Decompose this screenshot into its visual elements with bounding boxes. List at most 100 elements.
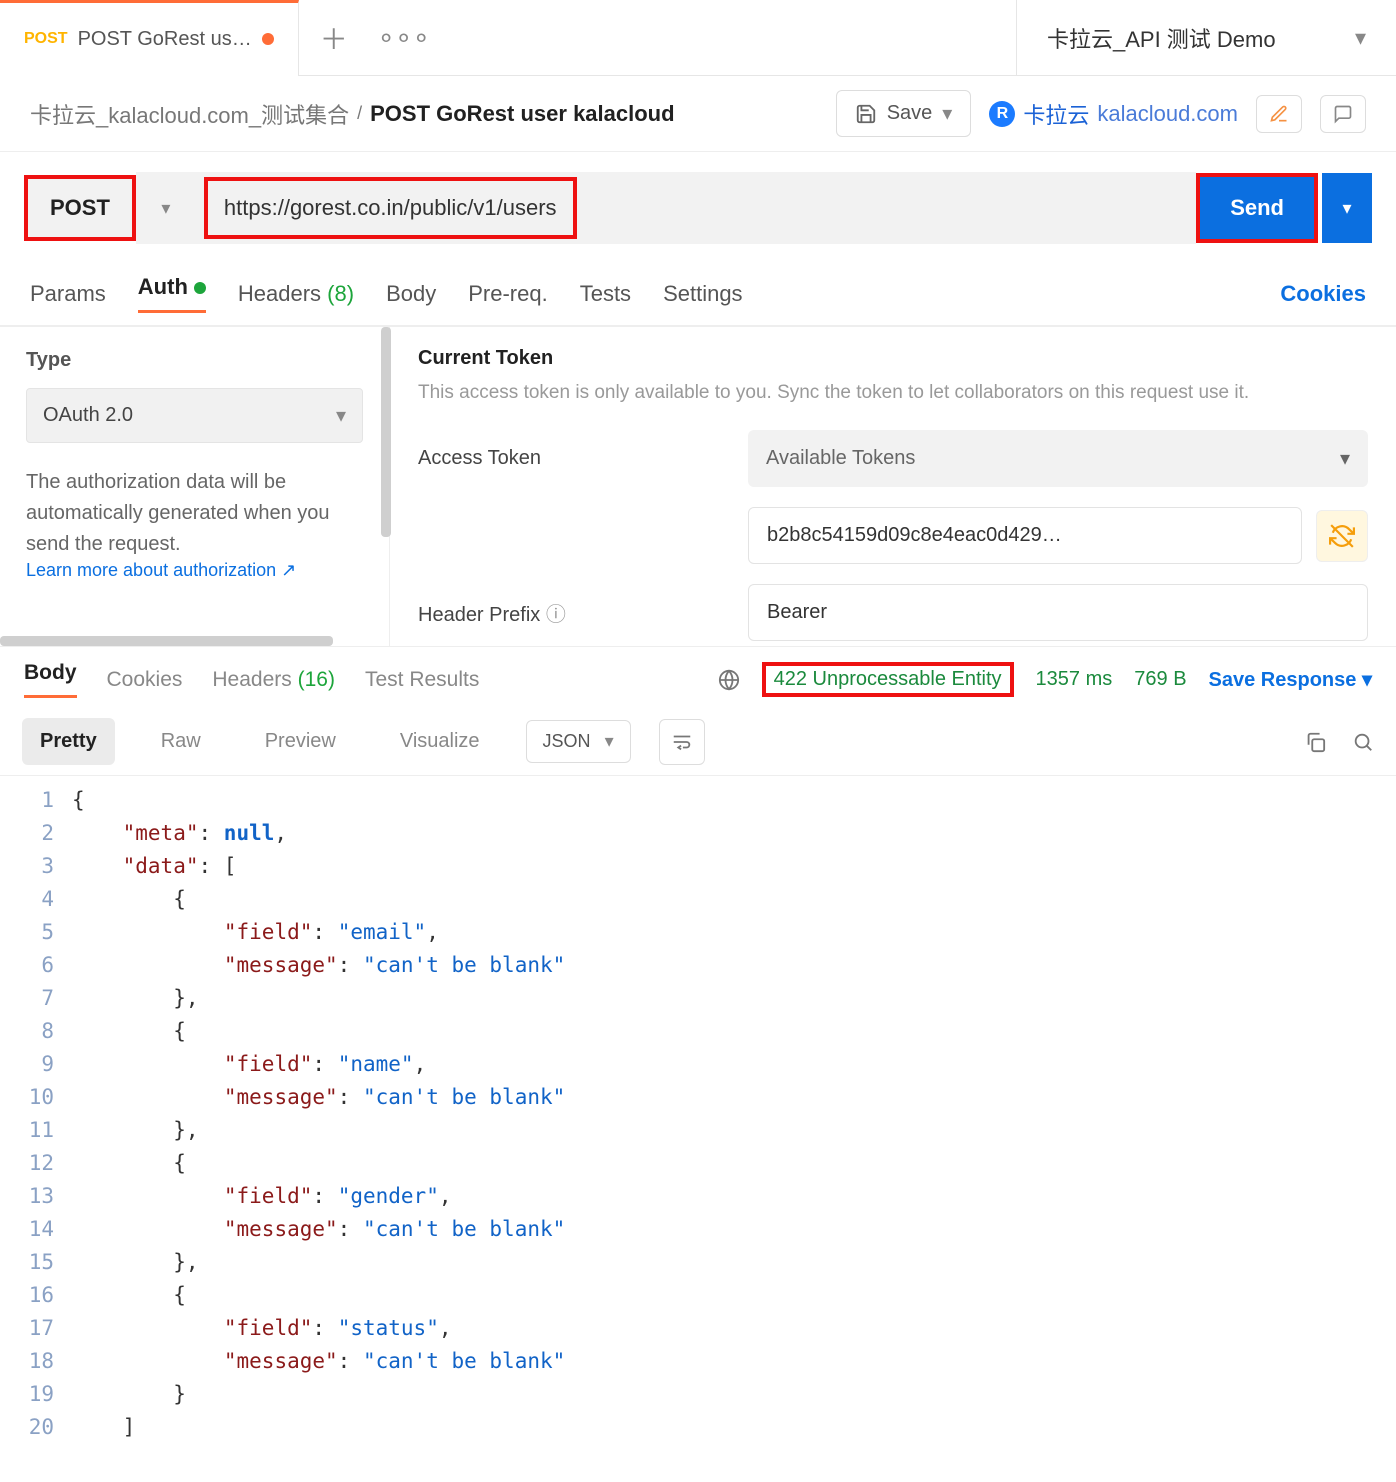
tab-title: POST GoRest us… — [78, 28, 252, 51]
tab-settings[interactable]: Settings — [663, 281, 743, 307]
breadcrumb-row: 卡拉云_kalacloud.com_测试集合 / POST GoRest use… — [0, 76, 1396, 152]
code-text: { — [72, 1279, 186, 1312]
body-view-pretty[interactable]: Pretty — [22, 718, 115, 765]
header-prefix-input[interactable]: Bearer — [748, 584, 1368, 641]
code-line: 13 "field": "gender", — [0, 1180, 1396, 1213]
line-number: 7 — [0, 982, 72, 1015]
code-line: 18 "message": "can't be blank" — [0, 1345, 1396, 1378]
code-line: 16 { — [0, 1279, 1396, 1312]
http-method-chevron[interactable] — [136, 172, 196, 244]
body-view-preview[interactable]: Preview — [247, 718, 354, 765]
save-button[interactable]: Save — [836, 90, 972, 137]
response-time: 1357 ms — [1036, 668, 1113, 691]
available-tokens-select[interactable]: Available Tokens — [748, 430, 1368, 487]
line-number: 5 — [0, 916, 72, 949]
code-line: 10 "message": "can't be blank" — [0, 1081, 1396, 1114]
code-line: 9 "field": "name", — [0, 1048, 1396, 1081]
request-url-input[interactable]: https://gorest.co.in/public/v1/users — [204, 177, 577, 239]
breadcrumb-request: POST GoRest user kalacloud — [370, 101, 674, 127]
globe-icon — [718, 669, 740, 691]
info-icon[interactable]: ⓘ — [546, 604, 566, 626]
resp-tab-cookies[interactable]: Cookies — [107, 668, 183, 692]
line-number: 3 — [0, 850, 72, 883]
horizontal-scrollbar[interactable] — [0, 636, 333, 646]
response-body-viewer[interactable]: 1{2 "meta": null,3 "data": [4 {5 "field"… — [0, 776, 1396, 1464]
environment-selector[interactable]: 卡拉云_API 测试 Demo — [1016, 0, 1396, 76]
save-response-button[interactable]: Save Response — [1209, 667, 1372, 692]
code-text: "message": "can't be blank" — [72, 1081, 565, 1114]
chevron-down-icon — [1362, 669, 1372, 691]
auth-right-panel: Current Token This access token is only … — [390, 327, 1396, 646]
auth-description: The authorization data will be automatic… — [26, 467, 363, 560]
tab-method-badge: POST — [24, 30, 68, 48]
chevron-down-icon — [1340, 446, 1350, 471]
http-method-value: POST — [50, 195, 110, 221]
resp-tab-body[interactable]: Body — [24, 661, 77, 698]
save-label: Save — [887, 102, 933, 125]
line-number: 20 — [0, 1411, 72, 1444]
comment-button[interactable] — [1320, 95, 1366, 133]
code-text: "message": "can't be blank" — [72, 1345, 565, 1378]
line-number: 6 — [0, 949, 72, 982]
breadcrumb-separator: / — [357, 103, 362, 124]
resp-tab-testresults[interactable]: Test Results — [365, 668, 479, 692]
response-status: 422 Unprocessable Entity — [762, 662, 1014, 697]
line-number: 1 — [0, 784, 72, 817]
code-line: 1{ — [0, 784, 1396, 817]
code-line: 14 "message": "can't be blank" — [0, 1213, 1396, 1246]
chevron-down-icon — [336, 403, 346, 428]
request-url-row: POST https://gorest.co.in/public/v1/user… — [0, 152, 1396, 264]
body-view-raw[interactable]: Raw — [143, 718, 219, 765]
line-number: 9 — [0, 1048, 72, 1081]
request-tab-active[interactable]: POST POST GoRest us… — [0, 0, 299, 76]
send-button[interactable]: Send — [1196, 173, 1318, 243]
access-token-input[interactable]: b2b8c54159d09c8e4eac0d429… — [748, 507, 1302, 564]
body-view-visualize[interactable]: Visualize — [382, 718, 498, 765]
auth-learn-link[interactable]: Learn more about authorization ↗ — [26, 560, 363, 581]
resp-tab-headers[interactable]: Headers (16) — [212, 668, 335, 692]
comment-icon — [1333, 104, 1353, 124]
token-sync-toggle[interactable] — [1316, 510, 1368, 562]
environment-name: 卡拉云_API 测试 Demo — [1047, 22, 1276, 54]
code-text: "meta": null, — [72, 817, 287, 850]
request-url-value: https://gorest.co.in/public/v1/users — [224, 195, 557, 220]
tab-body[interactable]: Body — [386, 281, 436, 307]
access-token-value: b2b8c54159d09c8e4eac0d429… — [767, 524, 1062, 546]
body-wrap-toggle[interactable] — [659, 719, 705, 765]
tab-headers[interactable]: Headers (8) — [238, 281, 354, 307]
watermark-brand: 卡拉云 — [1023, 98, 1089, 130]
auth-active-dot — [194, 282, 206, 294]
auth-type-select[interactable]: OAuth 2.0 — [26, 388, 363, 443]
breadcrumb-collection[interactable]: 卡拉云_kalacloud.com_测试集合 — [30, 98, 349, 130]
tab-params[interactable]: Params — [30, 281, 106, 307]
sync-off-icon — [1329, 523, 1355, 549]
wrap-icon — [671, 731, 693, 753]
line-number: 10 — [0, 1081, 72, 1114]
tab-dirty-dot — [262, 33, 274, 45]
code-text: }, — [72, 1114, 199, 1147]
http-method-select[interactable]: POST — [24, 175, 136, 241]
new-tab-button[interactable]: ＋ — [299, 18, 369, 58]
code-line: 3 "data": [ — [0, 850, 1396, 883]
available-tokens-text: Available Tokens — [766, 447, 915, 470]
current-token-title: Current Token — [418, 347, 1368, 370]
send-more-button[interactable] — [1322, 173, 1372, 243]
response-tabs: Body Cookies Headers (16) Test Results 4… — [0, 646, 1396, 708]
response-size: 769 B — [1134, 668, 1186, 691]
search-button[interactable] — [1352, 731, 1374, 753]
network-icon[interactable] — [718, 669, 740, 691]
code-line: 17 "field": "status", — [0, 1312, 1396, 1345]
code-line: 2 "meta": null, — [0, 817, 1396, 850]
body-format-select[interactable]: JSON — [526, 720, 631, 763]
code-line: 11 }, — [0, 1114, 1396, 1147]
save-icon — [855, 103, 877, 125]
cookies-link[interactable]: Cookies — [1280, 281, 1366, 307]
tab-overflow-button[interactable]: ∘∘∘ — [369, 21, 439, 54]
tab-auth[interactable]: Auth — [138, 274, 206, 313]
tab-prereq[interactable]: Pre-req. — [468, 281, 547, 307]
copy-button[interactable] — [1304, 731, 1326, 753]
chevron-down-icon — [1355, 25, 1366, 51]
code-text: { — [72, 784, 85, 817]
share-button[interactable] — [1256, 95, 1302, 133]
tab-tests[interactable]: Tests — [580, 281, 631, 307]
